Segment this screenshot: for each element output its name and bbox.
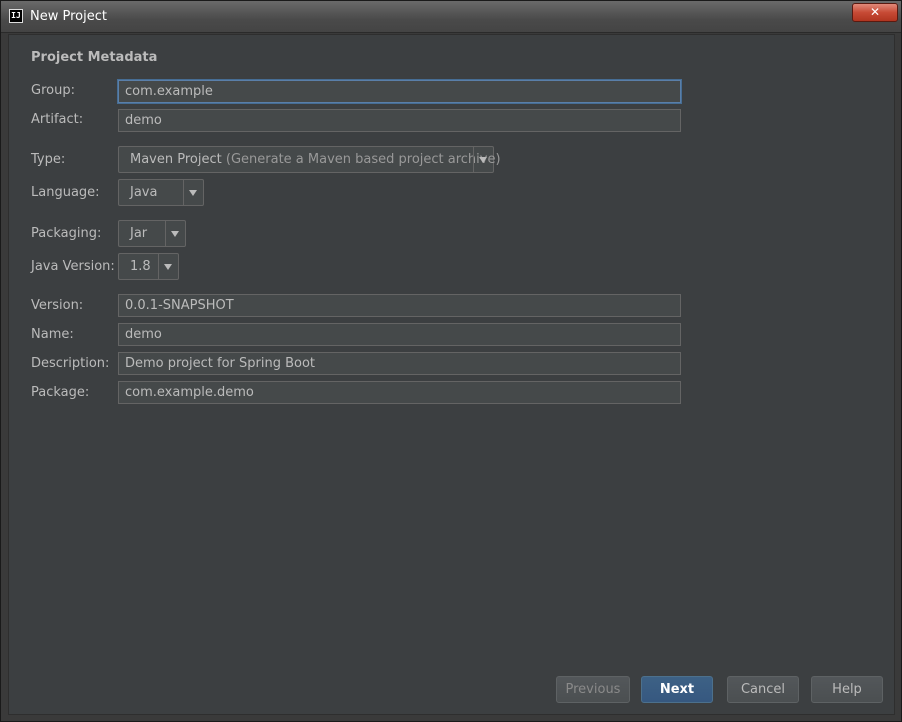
name-input[interactable]: demo bbox=[118, 323, 681, 346]
dialog-content: Project Metadata Group: com.example Arti… bbox=[8, 34, 895, 715]
next-button[interactable]: Next bbox=[641, 676, 713, 703]
java-version-combobox[interactable]: 1.8 bbox=[118, 253, 179, 280]
version-label: Version: bbox=[31, 298, 84, 313]
group-input[interactable]: com.example bbox=[118, 80, 681, 103]
package-input[interactable]: com.example.demo bbox=[118, 381, 681, 404]
packaging-label: Packaging: bbox=[31, 226, 102, 241]
close-icon: ✕ bbox=[869, 5, 881, 19]
chevron-down-icon bbox=[164, 264, 172, 270]
chevron-down-icon bbox=[479, 157, 487, 163]
language-value: Java bbox=[130, 185, 158, 200]
new-project-window: IJ New Project ✕ Project Metadata Group:… bbox=[0, 0, 902, 722]
type-dropdown-arrow[interactable] bbox=[473, 147, 493, 172]
type-label: Type: bbox=[31, 152, 66, 167]
packaging-combobox[interactable]: Jar bbox=[118, 220, 186, 247]
chevron-down-icon bbox=[189, 190, 197, 196]
language-combobox[interactable]: Java bbox=[118, 179, 204, 206]
name-label: Name: bbox=[31, 327, 74, 342]
version-input[interactable]: 0.0.1-SNAPSHOT bbox=[118, 294, 681, 317]
window-title: New Project bbox=[30, 9, 107, 24]
title-bar[interactable]: IJ New Project ✕ bbox=[1, 1, 901, 33]
artifact-input[interactable]: demo bbox=[118, 109, 681, 132]
language-label: Language: bbox=[31, 185, 100, 200]
close-window-button[interactable]: ✕ bbox=[852, 3, 898, 22]
cancel-button[interactable]: Cancel bbox=[727, 676, 799, 703]
type-value: Maven Project bbox=[130, 152, 222, 167]
description-label: Description: bbox=[31, 356, 110, 371]
section-title: Project Metadata bbox=[31, 50, 158, 65]
type-hint: (Generate a Maven based project archive) bbox=[225, 152, 501, 167]
help-button[interactable]: Help bbox=[811, 676, 883, 703]
group-label: Group: bbox=[31, 83, 75, 98]
packaging-dropdown-arrow[interactable] bbox=[165, 221, 185, 246]
type-combobox[interactable]: Maven Project (Generate a Maven based pr… bbox=[118, 146, 501, 173]
intellij-app-icon: IJ bbox=[9, 9, 23, 23]
description-input[interactable]: Demo project for Spring Boot bbox=[118, 352, 681, 375]
language-dropdown-arrow[interactable] bbox=[183, 180, 203, 205]
java-version-dropdown-arrow[interactable] bbox=[158, 254, 178, 279]
chevron-down-icon bbox=[171, 231, 179, 237]
java-version-label: Java Version: bbox=[31, 259, 115, 274]
java-version-value: 1.8 bbox=[130, 259, 151, 274]
package-label: Package: bbox=[31, 385, 90, 400]
artifact-label: Artifact: bbox=[31, 112, 84, 127]
previous-button[interactable]: Previous bbox=[556, 676, 630, 703]
type-combobox-value: Maven Project (Generate a Maven based pr… bbox=[130, 147, 501, 172]
packaging-value: Jar bbox=[130, 226, 148, 241]
